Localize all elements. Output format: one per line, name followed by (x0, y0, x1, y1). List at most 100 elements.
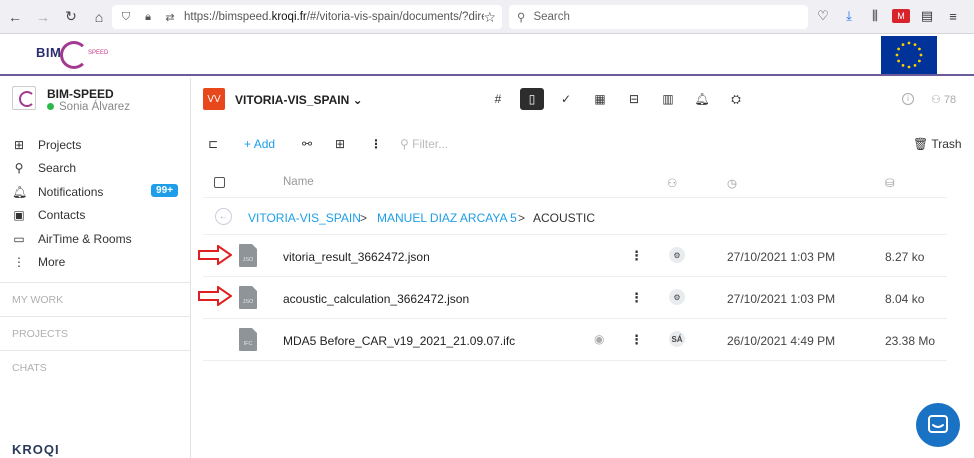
current-user: Sonia Álvarez (47, 101, 130, 113)
section-my-work[interactable]: MY WORK (0, 282, 190, 316)
file-size: 8.04 ko (885, 292, 925, 306)
logo-swoosh-icon (60, 41, 88, 69)
project-badge[interactable]: VV (203, 88, 225, 110)
sidebar-item-label: AirTime & Rooms (38, 231, 132, 246)
sidebar: BIM-SPEED Sonia Álvarez ⊞ Projects ⚲ Sea… (0, 78, 191, 458)
file-name[interactable]: acoustic_calculation_3662472.json (283, 292, 469, 306)
org-switcher[interactable]: BIM-SPEED Sonia Álvarez (12, 86, 130, 113)
section-label: CHATS (12, 362, 47, 374)
sidebar-item-label: Contacts (38, 208, 86, 223)
reload-icon[interactable]: ↻ (58, 4, 84, 30)
add-button[interactable]: + Add (244, 137, 275, 151)
tab-notifications[interactable]: 🔔︎ (690, 88, 714, 110)
url-text[interactable]: https://bimspeed.kroqi.fr/#/vitoria-vis-… (184, 11, 484, 23)
reader-icon[interactable]: ▤ (918, 6, 936, 26)
sidebar-item-label: Search (38, 161, 77, 176)
library-icon[interactable]: ⫼ (866, 6, 884, 26)
select-all-checkbox[interactable] (214, 177, 225, 188)
permissions-icon: ⇄ (165, 11, 175, 24)
url-bar[interactable]: ⛉ 🔒︎ ⇄ https://bimspeed.kroqi.fr/#/vitor… (112, 5, 502, 29)
project-title-dropdown[interactable]: VITORIA-VIS_SPAIN ⌄ (235, 93, 363, 107)
search-icon: ⚲ (14, 161, 24, 176)
annotation-arrow-icon (198, 286, 232, 306)
download-icon[interactable]: ⤓ (840, 6, 858, 26)
browser-search-input[interactable]: ⚲ Search (509, 5, 808, 29)
file-date: 26/10/2021 4:49 PM (727, 334, 836, 348)
tab-channels[interactable]: # (486, 88, 510, 110)
extension-icon[interactable]: M (892, 9, 910, 23)
file-name[interactable]: vitoria_result_3662472.json (283, 250, 430, 264)
chat-support-button[interactable] (916, 403, 960, 447)
file-size: 23.38 Mo (885, 334, 936, 348)
column-header-owner-icon[interactable]: ⚇ (667, 176, 677, 190)
chat-icon (928, 415, 948, 433)
more-vertical-icon[interactable]: ⋮ (370, 137, 382, 151)
json-file-icon: JSO (239, 244, 257, 267)
info-icon[interactable]: i (902, 93, 914, 105)
search-icon: ⚲ (400, 137, 413, 151)
menu-icon[interactable]: ≡ (944, 6, 962, 26)
section-projects[interactable]: PROJECTS (0, 316, 190, 350)
trash-button[interactable]: 🗑︎ Trash (913, 137, 962, 151)
tab-documents[interactable]: ▯ (520, 88, 544, 110)
sidebar-item-notifications[interactable]: 🔔︎ Notifications 99+ (0, 180, 190, 204)
search-icon: ⚲ (517, 12, 526, 24)
breadcrumb-separator: > (360, 211, 368, 225)
tab-briefcase[interactable]: ⊟ (622, 88, 646, 110)
table-row[interactable]: IFC MDA5 Before_CAR_v19_2021_21.09.07.if… (203, 319, 947, 361)
row-menu-icon[interactable]: ⋮ (630, 332, 643, 348)
pocket-icon[interactable]: ♡ (814, 6, 832, 26)
section-chats[interactable]: CHATS (0, 350, 190, 384)
column-header-name[interactable]: Name (283, 176, 314, 188)
org-name: BIM-SPEED (47, 87, 114, 101)
logo-text: BIM (36, 45, 62, 60)
column-header-size-icon[interactable]: ⛁ (885, 176, 895, 190)
video-icon: ▭ (13, 231, 25, 246)
tab-statistics[interactable]: ▥ (656, 88, 680, 110)
breadcrumb-item[interactable]: VITORIA-VIS_SPAIN (248, 211, 361, 225)
tab-calendar[interactable]: ▦ (588, 88, 612, 110)
members-count-value: 78 (943, 94, 957, 106)
trash-icon: 🗑︎ (913, 137, 932, 151)
back-icon[interactable]: ← (2, 4, 28, 30)
home-icon[interactable]: ⌂ (86, 4, 112, 30)
robot-avatar-icon: ⚙ (669, 247, 685, 263)
back-arrow-icon[interactable]: ← (215, 208, 232, 225)
column-header-date-icon[interactable]: ◷ (727, 176, 737, 190)
sidebar-item-search[interactable]: ⚲ Search (0, 157, 190, 181)
file-date: 27/10/2021 1:03 PM (727, 292, 836, 306)
shield-icon: ⛉ (121, 10, 131, 23)
eye-icon[interactable]: ◉ (594, 332, 604, 346)
filter-input[interactable]: ⚲ Filter... (400, 137, 448, 151)
logo-subtext: SPEED (88, 50, 109, 56)
user-name: Sonia Álvarez (59, 101, 130, 113)
bimspeed-logo: BIM SPEED (36, 37, 109, 73)
bookmark-star-icon[interactable]: ☆ (483, 9, 496, 26)
row-menu-icon[interactable]: ⋮ (630, 248, 643, 264)
project-tabs: # ▯ ✓ ▦ ⊟ ▥ 🔔︎ ⛭ (486, 88, 748, 110)
ifc-file-icon: IFC (239, 328, 257, 351)
more-vertical-icon: ⋮ (13, 255, 25, 270)
link-icon[interactable]: ⚯ (302, 137, 312, 151)
file-name[interactable]: MDA5 Before_CAR_v19_2021_21.09.07.ifc (283, 334, 515, 348)
section-label: MY WORK (12, 294, 64, 306)
sidebar-item-airtime[interactable]: ▭ AirTime & Rooms (0, 227, 190, 251)
tab-apps[interactable]: ⛭ (724, 88, 748, 110)
table-row[interactable]: JSO vitoria_result_3662472.json ⋮ ⚙ 27/1… (203, 235, 947, 277)
row-menu-icon[interactable]: ⋮ (630, 290, 643, 306)
forward-icon[interactable]: → (30, 4, 56, 30)
table-row[interactable]: JSO acoustic_calculation_3662472.json ⋮ … (203, 277, 947, 319)
tree-view-icon[interactable]: ⊏ (208, 137, 218, 151)
chevron-down-icon: ⌄ (352, 93, 363, 107)
contact-card-icon: ▣ (13, 208, 25, 223)
breadcrumb-item[interactable]: MANUEL DIAZ ARCAYA 5 (377, 211, 517, 225)
eu-flag-icon (881, 36, 937, 74)
sidebar-item-more[interactable]: ⋮ More (0, 251, 190, 275)
site-banner: BIM SPEED (0, 34, 974, 76)
sidebar-item-contacts[interactable]: ▣ Contacts (0, 204, 190, 228)
members-count[interactable]: ⚇ 78 (931, 93, 956, 106)
sidebar-item-projects[interactable]: ⊞ Projects (0, 133, 190, 157)
json-file-icon: JSO (239, 286, 257, 309)
grid-view-icon[interactable]: ⊞ (335, 137, 345, 151)
tab-tasks[interactable]: ✓ (554, 88, 578, 110)
